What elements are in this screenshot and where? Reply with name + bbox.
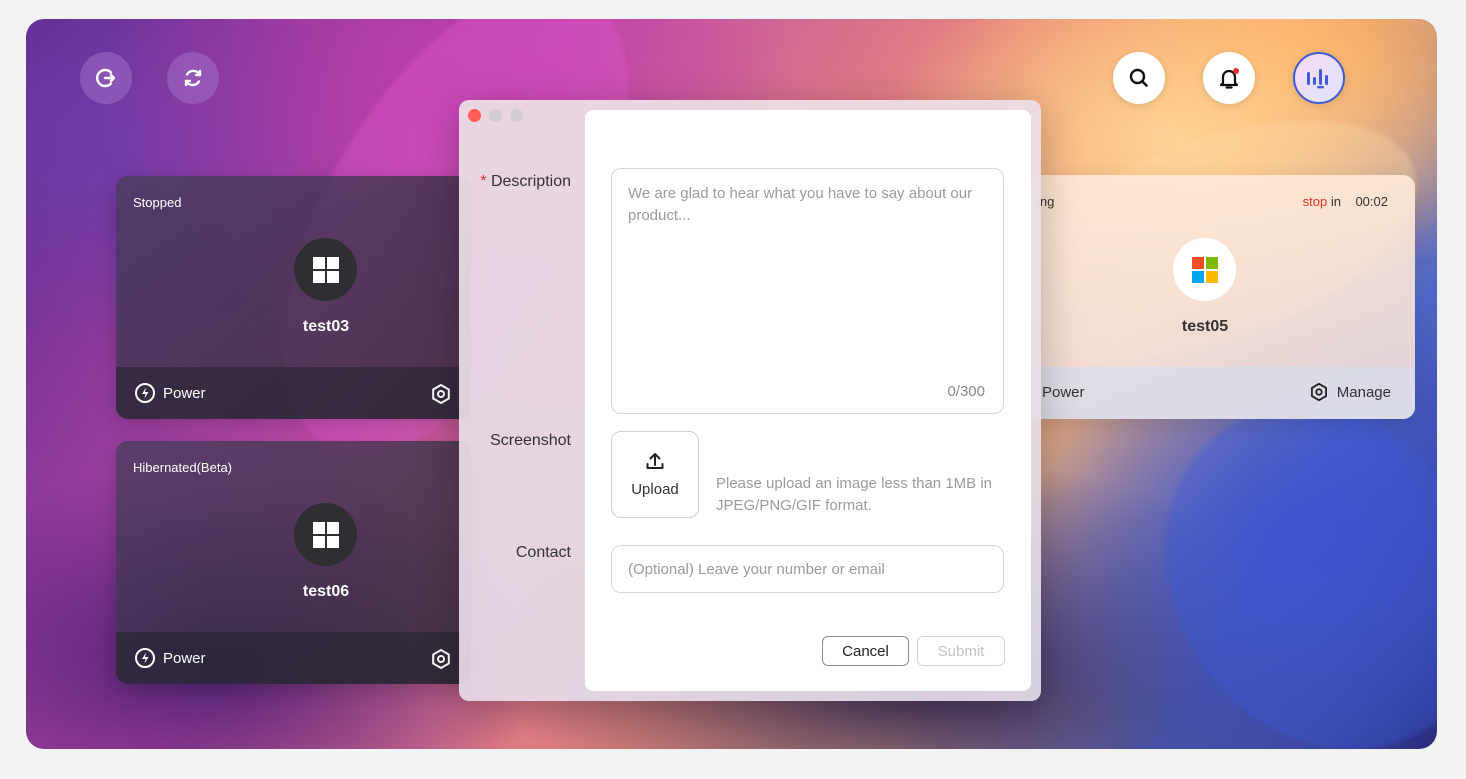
character-counter: 0/300	[947, 383, 985, 400]
upload-hint: Please upload an image less than 1MB in …	[716, 475, 993, 514]
feedback-form: 0/300 Upload Please upload an image less…	[585, 110, 1031, 691]
card-status: Hibernated(Beta)	[133, 460, 232, 475]
card-name: test03	[302, 318, 350, 335]
logout-icon	[96, 68, 116, 88]
manage-button[interactable]: Manage	[1309, 382, 1391, 402]
upload-button[interactable]: Upload	[611, 431, 699, 518]
desktop-card[interactable]: Stopped test03 Power	[116, 176, 471, 419]
description-field: 0/300	[611, 168, 1004, 414]
windows-icon	[294, 503, 357, 566]
bell-icon	[1219, 68, 1239, 89]
notification-dot	[1233, 68, 1239, 74]
desktop-card[interactable]: Hibernated(Beta) test06 Power	[116, 441, 471, 684]
card-status: Stopped	[133, 195, 182, 210]
power-button[interactable]: Power	[134, 382, 206, 404]
timer-in-label: in	[1330, 194, 1341, 209]
description-label-text: Description	[490, 173, 571, 190]
description-label: * Description	[459, 173, 571, 191]
close-window-button[interactable]	[468, 109, 481, 122]
contact-input[interactable]	[611, 545, 1004, 593]
search-button[interactable]	[1113, 52, 1165, 104]
card-name: test06	[302, 583, 350, 600]
feedback-dialog: * Description Screenshot Contact 0/300 U…	[459, 100, 1041, 701]
card-name: test05	[1181, 318, 1229, 335]
refresh-icon	[184, 69, 202, 87]
search-icon	[1129, 68, 1148, 87]
maximize-window-button[interactable]	[510, 109, 523, 122]
power-icon	[135, 383, 155, 403]
contact-label: Contact	[515, 544, 571, 561]
gear-icon	[1310, 382, 1327, 402]
timer-stop-label: stop	[1302, 194, 1328, 209]
minimize-window-button[interactable]	[489, 109, 502, 122]
voice-assistant-icon	[1307, 69, 1328, 89]
logout-button[interactable]	[80, 52, 132, 104]
card-footer: Power	[116, 367, 471, 419]
microsoft-logo-icon	[1173, 238, 1236, 301]
upload-icon	[646, 453, 664, 469]
manage-label: Manage	[1336, 383, 1391, 401]
power-icon	[135, 648, 155, 668]
stop-timer: stop in 00:02	[1303, 194, 1388, 209]
power-button[interactable]: Power	[1042, 384, 1085, 401]
description-input[interactable]	[612, 169, 1003, 413]
screenshot-label: Screenshot	[490, 432, 571, 449]
submit-button[interactable]: Submit	[917, 636, 1005, 666]
upload-label: Upload	[631, 481, 679, 498]
desktop-card-running[interactable]: ing stop in 00:02 test05 Power Manage	[1029, 175, 1415, 419]
window-controls	[468, 109, 523, 122]
refresh-button[interactable]	[167, 52, 219, 104]
voice-assistant-button[interactable]	[1293, 52, 1345, 104]
card-footer: Power	[116, 632, 471, 684]
power-label: Power	[163, 649, 206, 667]
windows-icon	[294, 238, 357, 301]
timer-value: 00:02	[1355, 194, 1388, 209]
notifications-button[interactable]	[1203, 52, 1255, 104]
power-label: Power	[163, 384, 206, 402]
required-mark: *	[480, 173, 487, 190]
card-footer: Power Manage	[1029, 367, 1415, 419]
gear-icon[interactable]	[430, 383, 452, 405]
power-button[interactable]: Power	[134, 647, 206, 669]
gear-icon[interactable]	[430, 648, 452, 670]
cancel-button[interactable]: Cancel	[822, 636, 909, 666]
